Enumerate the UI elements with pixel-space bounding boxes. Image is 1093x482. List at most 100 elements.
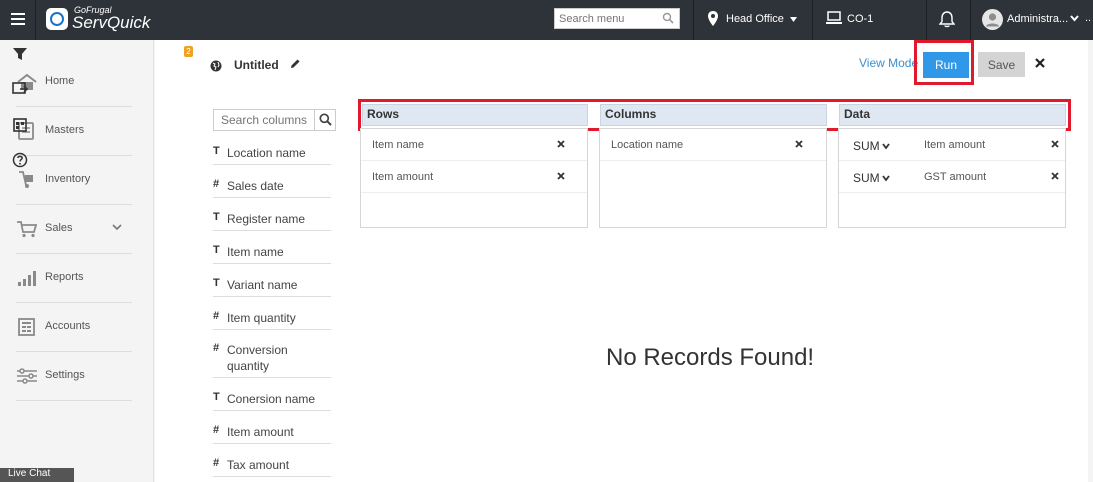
column-type-indicator: # bbox=[213, 424, 220, 436]
aggregate-select[interactable]: SUM bbox=[853, 171, 880, 185]
notifications-button[interactable] bbox=[938, 0, 958, 40]
column-type-indicator: # bbox=[213, 342, 220, 354]
columns-item[interactable]: Location name bbox=[600, 129, 826, 161]
search-menu-box[interactable] bbox=[554, 8, 680, 29]
column-name: Item quantity bbox=[227, 311, 296, 325]
location-label: Head Office bbox=[726, 13, 784, 25]
sidebar-item-label: Masters bbox=[45, 124, 85, 136]
search-icon bbox=[319, 113, 332, 126]
sidebar-item-label: Settings bbox=[45, 369, 85, 381]
remove-icon[interactable] bbox=[795, 140, 803, 148]
edit-pencil-icon[interactable] bbox=[290, 58, 301, 69]
hand-truck-icon bbox=[19, 171, 33, 188]
column-item[interactable]: # Item quantity bbox=[213, 310, 331, 330]
rows-item-label: Item amount bbox=[372, 171, 434, 183]
close-icon[interactable] bbox=[1034, 57, 1046, 69]
sidebar-item-masters[interactable]: Masters bbox=[16, 107, 132, 156]
top-bar: GoFrugal ServQuick Head Office CO-1 Admi… bbox=[0, 0, 1093, 40]
column-name: Item name bbox=[227, 245, 284, 259]
user-name: Administra... bbox=[1007, 13, 1069, 25]
column-type-indicator: # bbox=[213, 457, 220, 469]
filter-icon[interactable] bbox=[12, 46, 28, 62]
column-search-box[interactable] bbox=[213, 109, 336, 131]
report-tool-strip bbox=[155, 40, 193, 482]
counter-selector[interactable]: CO-1 bbox=[826, 0, 926, 40]
chevron-down-icon bbox=[112, 224, 122, 231]
rows-item[interactable]: Item name bbox=[361, 129, 587, 161]
topbar-divider bbox=[812, 0, 813, 40]
column-item[interactable]: # Tax amount bbox=[213, 457, 331, 477]
sidebar-item-label: Accounts bbox=[45, 320, 91, 332]
data-item[interactable]: SUM GST amount bbox=[839, 161, 1065, 193]
columns-item-label: Location name bbox=[611, 139, 684, 151]
view-mode-link[interactable]: View Mode bbox=[859, 56, 918, 70]
ledger-icon bbox=[18, 318, 35, 336]
rows-drop-zone[interactable]: Item name Item amount bbox=[360, 128, 588, 228]
save-button[interactable]: Save bbox=[978, 52, 1025, 77]
column-item[interactable]: # Conversion quantity bbox=[213, 342, 331, 378]
zone-headers-highlight bbox=[358, 99, 1071, 131]
sidebar-item-inventory[interactable]: Inventory bbox=[16, 156, 132, 205]
search-icon[interactable] bbox=[662, 12, 674, 24]
bar-chart-icon bbox=[18, 271, 36, 286]
rows-item-label: Item name bbox=[372, 139, 424, 151]
data-item-label: GST amount bbox=[924, 171, 987, 183]
chevron-down-icon bbox=[790, 17, 797, 22]
column-search-button[interactable] bbox=[314, 110, 335, 130]
topbar-divider bbox=[693, 0, 694, 40]
column-name: Variant name bbox=[227, 278, 298, 292]
column-type-indicator: # bbox=[213, 178, 220, 190]
sidebar-item-sales[interactable]: Sales bbox=[16, 205, 132, 254]
run-button-highlight bbox=[914, 40, 974, 85]
column-item[interactable]: T Variant name bbox=[213, 277, 331, 297]
chevron-down-icon bbox=[1070, 15, 1079, 22]
help-icon[interactable] bbox=[12, 152, 28, 168]
logo-clock-icon bbox=[46, 8, 68, 30]
sidebar-item-label: Inventory bbox=[45, 173, 91, 185]
column-item[interactable]: T Location name bbox=[213, 145, 331, 165]
cart-icon bbox=[17, 221, 38, 238]
column-item[interactable]: T Item name bbox=[213, 244, 331, 264]
computer-icon bbox=[826, 11, 842, 24]
column-name: Tax amount bbox=[227, 458, 290, 472]
sidebar-item-label: Home bbox=[45, 75, 75, 87]
column-name: Register name bbox=[227, 212, 306, 226]
column-name: Location name bbox=[227, 146, 306, 160]
topbar-divider bbox=[926, 0, 927, 40]
chevron-down-icon bbox=[882, 143, 890, 150]
search-menu-input[interactable] bbox=[555, 9, 659, 28]
column-search-input[interactable] bbox=[214, 110, 314, 130]
remove-icon[interactable] bbox=[1051, 172, 1059, 180]
remove-icon[interactable] bbox=[557, 172, 565, 180]
data-drop-zone[interactable]: SUM Item amount SUM GST amount bbox=[838, 128, 1066, 228]
app-logo[interactable]: GoFrugal ServQuick bbox=[46, 5, 150, 35]
chart-export-icon[interactable] bbox=[12, 81, 28, 97]
column-item[interactable]: T Register name bbox=[213, 211, 331, 231]
sidebar-item-settings[interactable]: Settings bbox=[16, 352, 132, 401]
rows-item[interactable]: Item amount bbox=[361, 161, 587, 193]
hamburger-menu-icon[interactable] bbox=[0, 0, 36, 40]
bell-icon bbox=[939, 11, 955, 28]
user-menu[interactable]: Administra... .. bbox=[982, 0, 1093, 40]
location-selector[interactable]: Head Office bbox=[708, 0, 808, 40]
column-item[interactable]: # Item amount bbox=[213, 424, 331, 444]
globe-icon bbox=[210, 60, 222, 72]
aggregate-select[interactable]: SUM bbox=[853, 139, 880, 153]
column-item[interactable]: # Sales date bbox=[213, 178, 331, 198]
calendar-icon[interactable] bbox=[12, 117, 28, 133]
columns-drop-zone[interactable]: Location name bbox=[599, 128, 827, 228]
sidebar-item-reports[interactable]: Reports bbox=[16, 254, 132, 303]
sidebar-item-accounts[interactable]: Accounts bbox=[16, 303, 132, 352]
column-name: Sales date bbox=[227, 179, 284, 193]
counter-label: CO-1 bbox=[847, 13, 874, 25]
report-title: Untitled bbox=[234, 58, 279, 72]
sidebar-item-home[interactable]: Home bbox=[16, 58, 132, 107]
topbar-divider bbox=[970, 0, 971, 40]
column-name: Item amount bbox=[227, 425, 294, 439]
column-type-indicator: T bbox=[213, 277, 220, 289]
column-item[interactable]: T Conersion name bbox=[213, 391, 331, 411]
remove-icon[interactable] bbox=[557, 140, 565, 148]
live-chat-tab[interactable]: Live Chat bbox=[0, 468, 74, 482]
remove-icon[interactable] bbox=[1051, 140, 1059, 148]
data-item[interactable]: SUM Item amount bbox=[839, 129, 1065, 161]
